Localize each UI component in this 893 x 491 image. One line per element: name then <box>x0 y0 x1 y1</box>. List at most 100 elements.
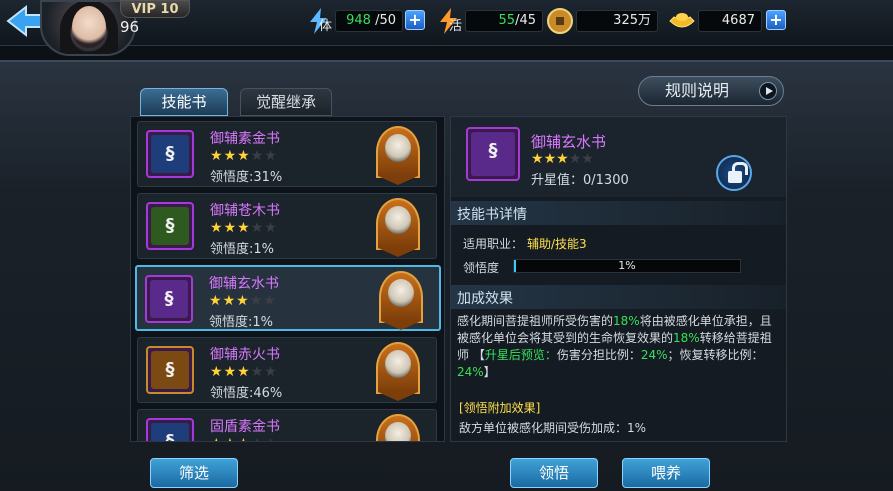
star-filled-icon: ★ <box>531 151 544 167</box>
star-rating: ★★★★★ <box>531 151 594 167</box>
star-filled-icon: ★ <box>210 148 224 164</box>
gold-ingot-icon <box>669 13 695 28</box>
star-rating: ★★★★★ <box>210 436 278 441</box>
hero-portrait-icon <box>376 414 420 441</box>
tab-skill-books[interactable]: 技能书 <box>140 88 228 116</box>
star-empty-icon: ★ <box>250 148 265 164</box>
list-item-selected[interactable]: 御辅玄水书 ★★★★★ 领悟度:1% <box>135 265 441 331</box>
star-filled-icon: ★ <box>210 364 224 380</box>
book-name: 御辅素金书 <box>210 131 280 147</box>
vigor-resource: 活 55/45 <box>435 7 545 34</box>
comprehension-label: 领悟度 <box>463 261 500 275</box>
star-filled-icon: ★ <box>223 364 238 380</box>
comprehension-progress: 1% <box>513 259 741 273</box>
job-value: 辅助/技能3 <box>527 237 587 251</box>
star-filled-icon: ★ <box>209 293 223 309</box>
star-empty-icon: ★ <box>249 293 264 309</box>
book-icon <box>146 130 194 178</box>
progress-text: 1% <box>618 259 636 272</box>
top-bar: VIP 10 96 体 948 /50 + 活 55/45 325万 4687 … <box>0 0 893 56</box>
book-comprehension: 领悟度:31% <box>210 170 283 185</box>
book-icon <box>466 127 520 181</box>
play-arrow-icon <box>759 82 777 100</box>
star-filled-icon: ★ <box>210 220 224 236</box>
gold-plus-button[interactable]: + <box>766 10 786 30</box>
extra-effect-title: [领悟附加效果] <box>459 401 541 415</box>
star-filled-icon: ★ <box>556 151 569 167</box>
star-filled-icon: ★ <box>543 151 557 167</box>
book-icon <box>145 275 193 323</box>
gold-value: 4687 <box>698 10 762 32</box>
rules-button[interactable]: 规则说明 <box>638 76 784 106</box>
book-name: 御辅苍木书 <box>210 203 280 219</box>
book-cover <box>151 351 189 389</box>
comprehend-button[interactable]: 领悟 <box>510 458 598 488</box>
rules-button-label: 规则说明 <box>665 81 730 100</box>
book-cover <box>150 280 188 318</box>
gold-resource: 4687 + <box>668 7 788 33</box>
book-name: 固盾素金书 <box>210 419 280 435</box>
star-filled-icon: ★ <box>223 220 238 236</box>
skill-book-detail: 御辅玄水书 ★★★★★ 升星值：0/1300 技能书详情 适用职业： 辅助/技能… <box>450 116 787 442</box>
section-details-title: 技能书详情 <box>457 207 527 223</box>
feed-button[interactable]: 喂养 <box>622 458 710 488</box>
book-cover <box>151 135 189 173</box>
detail-book-name: 御辅玄水书 <box>531 133 607 151</box>
list-item[interactable]: 御辅苍木书 ★★★★★ 领悟度:1% <box>137 193 437 259</box>
book-name: 御辅赤火书 <box>210 347 280 363</box>
star-filled-icon: ★ <box>222 293 237 309</box>
hero-portrait-icon <box>376 342 420 401</box>
stamina-value: 948 /50 <box>335 10 403 32</box>
extra-effect-text: 敌方单位被感化期间受伤加成：1% <box>459 421 647 435</box>
star-filled-icon: ★ <box>236 293 250 309</box>
hero-portrait-icon <box>376 126 420 185</box>
star-filled-icon: ★ <box>237 220 251 236</box>
coin-value: 325万 <box>576 10 658 32</box>
book-comprehension: 领悟度:1% <box>209 315 274 330</box>
vip-badge: VIP 10 <box>120 0 190 18</box>
bonus-description: 感化期间菩提祖师所受伤害的18%将由被感化单位承担，且被感化单位会将其受到的生命… <box>457 314 772 379</box>
coin-icon <box>547 8 573 34</box>
book-icon <box>146 202 194 250</box>
list-item[interactable]: 御辅赤火书 ★★★★★ 领悟度:46% <box>137 337 437 403</box>
detail-header: 御辅玄水书 ★★★★★ 升星值：0/1300 <box>451 117 786 197</box>
avatar-face <box>72 6 106 48</box>
book-icon <box>146 346 194 394</box>
job-label: 适用职业： <box>463 237 524 251</box>
stamina-label: 体 <box>319 19 333 34</box>
coin-resource: 325万 <box>546 7 658 34</box>
stamina-resource: 体 948 /50 + <box>305 7 425 34</box>
book-comprehension: 领悟度:1% <box>210 242 275 257</box>
unlock-icon[interactable] <box>716 155 752 191</box>
vigor-value: 55/45 <box>465 10 543 32</box>
tab-awaken-inherit[interactable]: 觉醒继承 <box>240 88 332 116</box>
star-empty-icon: ★ <box>264 436 278 441</box>
list-item[interactable]: 御辅素金书 ★★★★★ 领悟度:31% <box>137 121 437 187</box>
filter-button[interactable]: 筛选 <box>150 458 238 488</box>
star-filled-icon: ★ <box>237 148 251 164</box>
star-rating: ★★★★★ <box>210 148 278 164</box>
book-icon <box>146 418 194 441</box>
star-filled-icon: ★ <box>237 436 251 441</box>
upgrade-value: 升星值：0/1300 <box>531 173 629 188</box>
star-empty-icon: ★ <box>251 436 265 441</box>
star-empty-icon: ★ <box>581 151 594 167</box>
star-empty-icon: ★ <box>250 220 265 236</box>
star-empty-icon: ★ <box>264 364 278 380</box>
section-bonus-title: 加成效果 <box>457 291 513 307</box>
list-item[interactable]: 固盾素金书 ★★★★★ <box>137 409 437 441</box>
book-cover <box>151 207 189 245</box>
book-comprehension: 领悟度:46% <box>210 386 283 401</box>
stamina-plus-button[interactable]: + <box>405 10 425 30</box>
star-empty-icon: ★ <box>250 364 265 380</box>
star-empty-icon: ★ <box>263 293 277 309</box>
star-empty-icon: ★ <box>264 148 278 164</box>
star-rating: ★★★★★ <box>210 364 278 380</box>
skill-book-list[interactable]: 御辅素金书 ★★★★★ 领悟度:31% 御辅苍木书 ★★★★★ 领悟度:1% 御… <box>130 116 445 442</box>
hero-portrait-icon <box>379 271 423 330</box>
book-cover <box>151 423 189 441</box>
player-level: 96 <box>120 18 140 36</box>
vigor-label: 活 <box>449 19 463 34</box>
star-rating: ★★★★★ <box>209 293 277 309</box>
hero-portrait-icon <box>376 198 420 257</box>
